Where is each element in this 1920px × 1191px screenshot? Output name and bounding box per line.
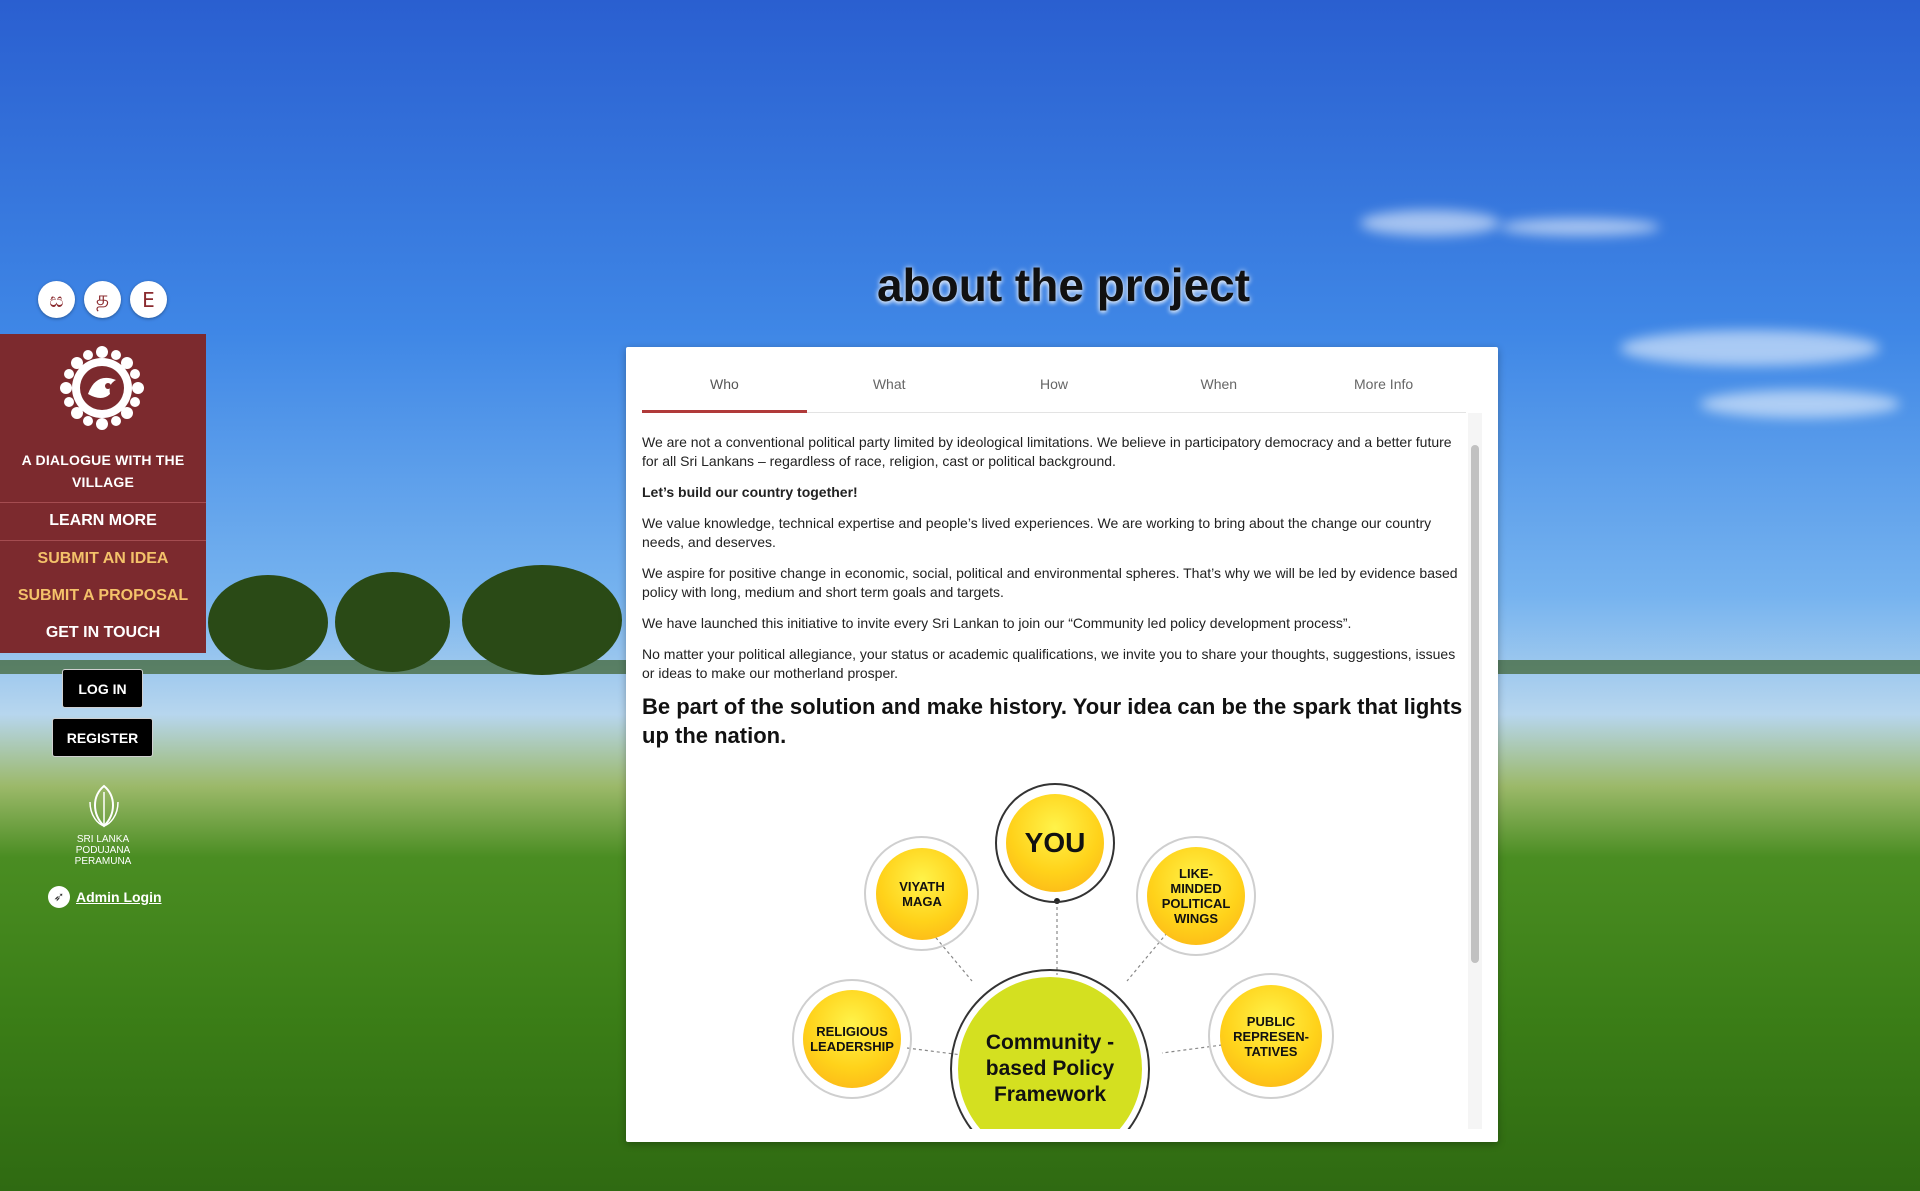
like-minded-bubble: LIKE-MINDED POLITICAL WINGS [1147,847,1245,945]
login-button[interactable]: LOG IN [62,669,143,708]
public-representatives-bubble: PUBLIC REPRESEN-TATIVES [1220,985,1322,1087]
tab-bar: Who What How When More Info [642,365,1466,413]
language-english-button[interactable]: E [130,281,167,318]
language-sinhala-button[interactable]: ස [38,281,75,318]
tab-how[interactable]: How [972,365,1137,412]
scrollbar-thumb[interactable] [1471,445,1479,963]
admin-login-link[interactable]: Admin Login [76,889,162,905]
you-bubble: YOU [1006,794,1104,892]
tab-what[interactable]: What [807,365,972,412]
get-in-touch-link[interactable]: GET IN TOUCH [0,624,206,642]
content-card: Who What How When More Info We are not a… [626,347,1498,1142]
admin-login: ➶ Admin Login [48,886,162,908]
policy-framework-diagram: YOU VIYATH MAGA LIKE-MINDED POLITICAL WI… [762,783,1362,1129]
learn-more-link[interactable]: LEARN MORE [0,512,206,530]
cloud [1620,330,1880,366]
submit-idea-link[interactable]: SUBMIT AN IDEA [0,550,206,568]
paragraph: We aspire for positive change in economi… [642,565,1458,600]
lotus-icon [89,784,119,828]
register-button[interactable]: REGISTER [52,718,153,757]
viyath-maga-bubble: VIYATH MAGA [876,848,968,940]
paragraph: No matter your political allegiance, you… [642,646,1456,681]
religious-leadership-bubble: RELIGIOUS LEADERSHIP [803,990,901,1088]
tab-when[interactable]: When [1136,365,1301,412]
tree [208,575,328,670]
tab-content: We are not a conventional political part… [642,413,1482,1129]
paragraph: We have launched this initiative to invi… [642,615,1352,631]
slpp-name: SRI LANKA PODUJANA PERAMUNA [68,834,138,867]
slpp-line: PERAMUNA [74,856,132,867]
tree [335,572,450,672]
slpp-logo: SRI LANKA PODUJANA PERAMUNA [68,782,138,872]
cloud [1500,218,1660,236]
call-to-action-headline: Be part of the solution and make history… [642,694,1463,748]
cloud [1360,210,1500,236]
paragraph: Let’s build our country together! [642,483,1462,502]
page-title: about the project [876,259,1251,311]
divider [0,502,206,503]
language-switcher: ස த E [38,281,167,318]
sidebar-title: A DIALOGUE WITH THE VILLAGE [21,452,185,490]
divider [0,540,206,541]
paragraph: We are not a conventional political part… [642,434,1452,469]
submit-proposal-link[interactable]: SUBMIT A PROPOSAL [0,587,206,605]
slpp-line: SRI LANKA [76,834,130,845]
compass-icon: ➶ [48,886,70,908]
tree [462,565,622,675]
slpp-line: PODUJANA [75,845,131,856]
language-tamil-button[interactable]: த [84,281,121,318]
paragraph-emphasis: Let’s build our country together! [642,484,858,500]
sidebar-panel: A DIALOGUE WITH THE VILLAGE LEARN MORE S… [0,334,206,653]
paragraph: We value knowledge, technical expertise … [642,515,1432,550]
village-dialogue-logo-icon[interactable] [58,344,146,432]
cloud [1700,390,1900,418]
tab-who[interactable]: Who [642,365,807,413]
tab-more-info[interactable]: More Info [1301,365,1466,412]
